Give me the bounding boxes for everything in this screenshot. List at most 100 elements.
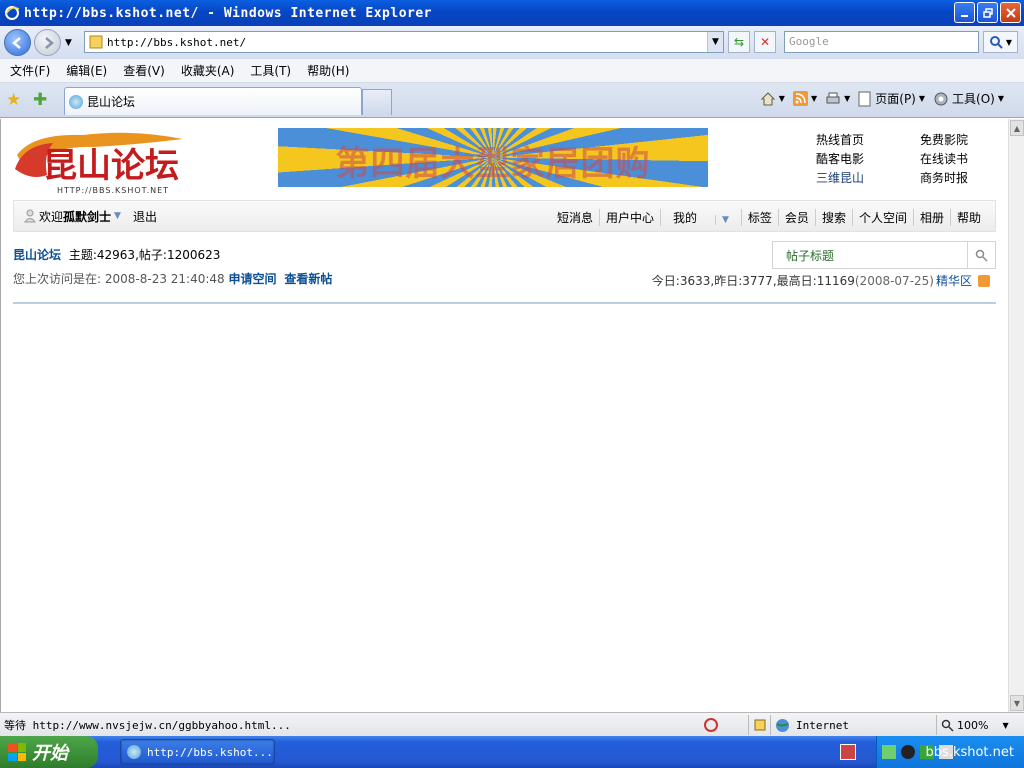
max-date: (2008-07-25) — [854, 273, 934, 288]
nav-personal-space[interactable]: 个人空间 — [851, 209, 913, 226]
network-icon[interactable] — [882, 745, 896, 759]
nav-user-center[interactable]: 用户中心 — [598, 209, 660, 226]
menu-file[interactable]: 文件(F) — [10, 62, 50, 79]
address-dropdown-icon[interactable]: ▼ — [707, 32, 723, 52]
today-count: 3633 — [679, 273, 711, 288]
address-value: http://bbs.kshot.net/ — [107, 35, 247, 49]
history-dropdown-icon[interactable]: ▼ — [65, 38, 72, 48]
menu-tools[interactable]: 工具(T) — [250, 62, 291, 79]
qq-icon[interactable] — [901, 745, 915, 759]
navigation-bar: ▼ http://bbs.kshot.net/ ▼ ⇆ ✕ Google ▼ — [0, 26, 1024, 59]
refresh-button[interactable]: ⇆ — [728, 31, 750, 53]
zoom-icon — [941, 719, 954, 732]
forum-name-link[interactable]: 昆山论坛 — [13, 248, 61, 262]
zoom-control[interactable]: 100% ▼ — [936, 715, 1016, 735]
taskbar-item-ie[interactable]: http://bbs.kshot... — [120, 739, 275, 765]
link-hotline-home[interactable]: 热线首页 — [816, 132, 920, 148]
site-logo[interactable]: 昆山论坛 HTTP://BBS.KSHOT.NET — [13, 125, 189, 197]
link-free-cinema[interactable]: 免费影院 — [920, 132, 996, 148]
rss-icon — [792, 91, 808, 106]
nav-members[interactable]: 会员 — [777, 209, 815, 226]
loading-icon — [69, 94, 83, 109]
new-tab-button[interactable] — [362, 89, 392, 115]
taskbar: 开始 http://bbs.kshot... bbs.kshot.net — [0, 736, 1024, 768]
top-links: 热线首页 免费影院 酷客电影 在线读书 三维昆山 商务时报 — [816, 132, 996, 186]
close-button[interactable] — [1000, 2, 1021, 23]
minimize-button[interactable] — [954, 2, 975, 23]
add-favorite-icon[interactable]: ✚ — [33, 90, 47, 110]
nav-mine-label: 我的 — [672, 211, 697, 225]
menu-help[interactable]: 帮助(H) — [307, 62, 349, 79]
post-search-button[interactable] — [967, 242, 995, 268]
topics-label: 主题: — [68, 248, 97, 262]
address-bar[interactable]: http://bbs.kshot.net/ ▼ — [84, 31, 724, 53]
topics-count: 42963 — [96, 248, 136, 262]
forward-button[interactable] — [34, 29, 61, 56]
window-title-bar: http://bbs.kshot.net/ - Windows Internet… — [0, 0, 1024, 26]
blocked-popup-icon[interactable] — [700, 715, 718, 735]
security-zone[interactable]: Internet — [770, 715, 930, 735]
nav-mine[interactable]: 我的 ▼ — [659, 209, 741, 226]
vertical-scrollbar[interactable]: ▲ ▼ — [1008, 119, 1024, 712]
page-menu-label: 页面(P) — [875, 92, 916, 106]
search-icon — [989, 36, 1003, 49]
zoom-level: 100% — [957, 718, 989, 732]
feeds-button[interactable]: ▼ — [792, 91, 817, 106]
link-3d-kunshan[interactable]: 三维昆山 — [816, 170, 920, 186]
language-bar-icon[interactable] — [840, 744, 856, 760]
ie-logo-icon — [5, 6, 20, 20]
link-business-times[interactable]: 商务时报 — [920, 170, 996, 186]
rss-feed-icon[interactable] — [978, 274, 990, 287]
scroll-down-icon[interactable]: ▼ — [1010, 695, 1024, 711]
apply-space-link[interactable]: 申请空间 — [229, 272, 277, 286]
menu-edit[interactable]: 编辑(E) — [66, 62, 107, 79]
search-input[interactable]: Google — [784, 31, 979, 53]
print-button[interactable]: ▼ — [825, 91, 850, 107]
back-button[interactable] — [4, 29, 31, 56]
tools-menu-button[interactable]: 工具(O) ▼ — [933, 90, 1004, 107]
magnifier-icon — [975, 249, 988, 262]
start-button[interactable]: 开始 — [0, 736, 98, 768]
post-search-box[interactable]: 帖子标题 — [772, 241, 996, 269]
banner-text: 第四届大型家居团购 — [335, 144, 651, 184]
menu-bar: 文件(F) 编辑(E) 查看(V) 收藏夹(A) 工具(T) 帮助(H) — [0, 59, 1024, 83]
tools-menu-label: 工具(O) — [952, 92, 995, 106]
logout-link[interactable]: 退出 — [133, 208, 157, 225]
tray-clock: bbs.kshot.net — [925, 744, 1014, 760]
welcome-text: 欢迎孤默剑士 — [39, 208, 111, 225]
windows-logo-icon — [8, 743, 26, 761]
protected-mode-icon[interactable] — [748, 715, 767, 735]
status-message: 等待 http://www.nvsjejw.cn/ggbbyahoo.html.… — [4, 718, 291, 732]
nav-help[interactable]: 帮助 — [949, 209, 987, 226]
nav-tags[interactable]: 标签 — [740, 209, 778, 226]
nav-messages[interactable]: 短消息 — [551, 209, 599, 226]
gear-icon — [934, 92, 948, 105]
page-menu-button[interactable]: 页面(P) ▼ — [858, 90, 925, 107]
tab-kunshan-forum[interactable]: 昆山论坛 — [64, 87, 362, 115]
nav-album[interactable]: 相册 — [912, 209, 950, 226]
user-menu-chevron-icon[interactable]: ▼ — [114, 211, 121, 221]
welcome-label: 欢迎 — [39, 209, 64, 224]
digest-link[interactable]: 精华区 — [936, 272, 972, 289]
link-online-reading[interactable]: 在线读书 — [920, 151, 996, 167]
ad-banner[interactable]: 第四届大型家居团购 — [278, 128, 708, 187]
restore-button[interactable] — [977, 2, 998, 23]
posts-label: 帖子: — [138, 248, 167, 262]
logo-text: 昆山论坛 — [43, 146, 179, 186]
yesterday-label: 昨日: — [714, 274, 743, 288]
link-kuke-movie[interactable]: 酷客电影 — [816, 151, 920, 167]
username-link[interactable]: 孤默剑士 — [63, 210, 111, 224]
menu-view[interactable]: 查看(V) — [123, 62, 165, 79]
search-button[interactable]: ▼ — [983, 31, 1018, 53]
view-new-posts-link[interactable]: 查看新帖 — [284, 272, 332, 286]
stop-button[interactable]: ✕ — [754, 31, 776, 53]
menu-favorites[interactable]: 收藏夹(A) — [181, 62, 235, 79]
taskbar-item-label: http://bbs.kshot... — [147, 745, 273, 759]
home-button[interactable]: ▼ — [760, 91, 785, 107]
search-scope-label[interactable]: 帖子标题 — [786, 247, 834, 264]
user-nav: 短消息 用户中心 我的 ▼ 标签 会员 搜索 个人空间 相册 帮助 — [551, 209, 987, 226]
nav-search[interactable]: 搜索 — [814, 209, 852, 226]
scroll-up-icon[interactable]: ▲ — [1010, 120, 1024, 136]
globe-icon — [776, 718, 789, 732]
favorites-star-icon[interactable]: ★ — [6, 90, 21, 110]
